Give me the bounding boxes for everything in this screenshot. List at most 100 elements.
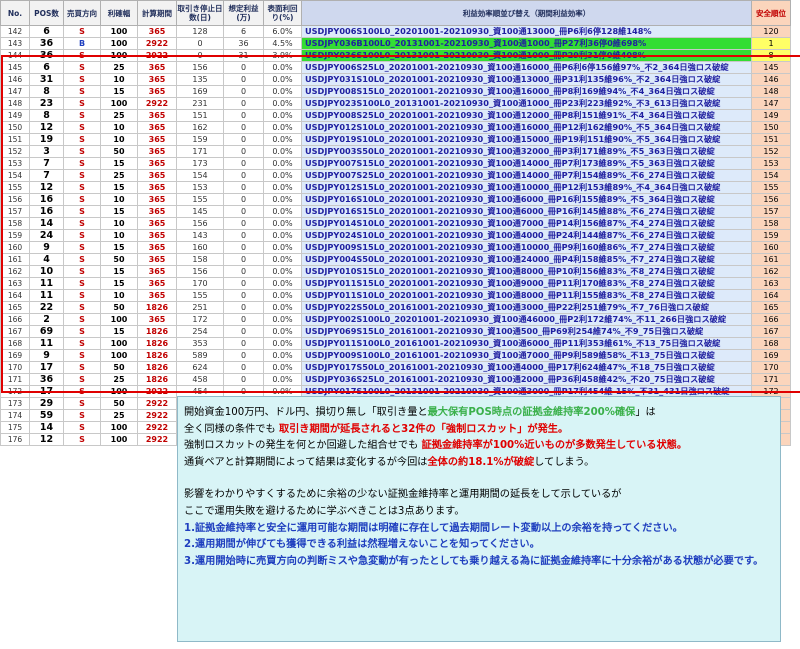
cell-stop-days[interactable]: 589 (176, 349, 224, 362)
cell-pos[interactable]: 16 (29, 205, 64, 218)
cell-info[interactable]: USDJPY007S25L0_20201001-20210930_資100通14… (301, 169, 752, 182)
cell-period[interactable]: 2922 (137, 433, 177, 446)
cell-pos[interactable]: 12 (29, 181, 64, 194)
cell-stop-days[interactable]: 128 (176, 25, 224, 38)
cell-margin[interactable]: 10 (100, 289, 138, 302)
cell-stop-days[interactable]: 170 (176, 277, 224, 290)
cell-margin[interactable]: 10 (100, 193, 138, 206)
cell-no[interactable]: 158 (0, 217, 30, 230)
cell-margin[interactable]: 15 (100, 85, 138, 98)
cell-period[interactable]: 365 (137, 289, 177, 302)
cell-info[interactable]: USDJPY011S10L0_20201001-20210930_資100通80… (301, 289, 752, 302)
cell-pos[interactable]: 11 (29, 277, 64, 290)
cell-direction[interactable]: S (63, 85, 101, 98)
cell-yield[interactable]: 0.0% (263, 85, 302, 98)
cell-no[interactable]: 176 (0, 433, 30, 446)
cell-safety-rank[interactable]: 167 (751, 325, 791, 338)
cell-safety-rank[interactable]: 155 (751, 181, 791, 194)
table-row[interactable]: 155 12 S 15 365 153 0 0.0% USDJPY012S15L0_202010… (0, 181, 791, 194)
cell-pos[interactable]: 16 (29, 193, 64, 206)
cell-yield[interactable]: 0.0% (263, 145, 302, 158)
cell-info[interactable]: USDJPY023S100L0_20131001-20210930_資100通1… (301, 97, 752, 110)
cell-no[interactable]: 156 (0, 193, 30, 206)
cell-pos[interactable]: 11 (29, 337, 64, 350)
cell-no[interactable]: 166 (0, 313, 30, 326)
header-expected-profit[interactable]: 想定利益(万) (223, 0, 264, 26)
cell-margin[interactable]: 25 (100, 409, 138, 422)
cell-stop-days[interactable]: 162 (176, 121, 224, 134)
cell-direction[interactable]: S (63, 157, 101, 170)
cell-stop-days[interactable]: 458 (176, 373, 224, 386)
cell-expected-profit[interactable]: 0 (223, 337, 264, 350)
cell-safety-rank[interactable]: 148 (751, 85, 791, 98)
cell-safety-rank[interactable]: 169 (751, 349, 791, 362)
header-period[interactable]: 計算期間 (137, 0, 177, 26)
cell-stop-days[interactable]: 143 (176, 229, 224, 242)
cell-margin[interactable]: 10 (100, 217, 138, 230)
cell-period[interactable]: 365 (137, 253, 177, 266)
cell-expected-profit[interactable]: 0 (223, 253, 264, 266)
cell-safety-rank[interactable]: 163 (751, 277, 791, 290)
cell-safety-rank[interactable]: 150 (751, 121, 791, 134)
cell-yield[interactable]: 0.0% (263, 205, 302, 218)
cell-safety-rank[interactable]: 151 (751, 133, 791, 146)
cell-info[interactable]: USDJPY017S50L0_20161001-20210930_資100通40… (301, 361, 752, 374)
cell-pos[interactable]: 10 (29, 265, 64, 278)
cell-no[interactable]: 145 (0, 61, 30, 74)
cell-period[interactable]: 2922 (137, 397, 177, 410)
cell-margin[interactable]: 15 (100, 277, 138, 290)
cell-pos[interactable]: 8 (29, 109, 64, 122)
cell-info[interactable]: USDJPY022S50L0_20161001-20210930_資100通30… (301, 301, 752, 314)
cell-safety-rank[interactable]: 145 (751, 61, 791, 74)
cell-yield[interactable]: 0.0% (263, 241, 302, 254)
cell-pos[interactable]: 3 (29, 145, 64, 158)
cell-pos[interactable]: 24 (29, 229, 64, 242)
cell-direction[interactable]: S (63, 241, 101, 254)
table-row[interactable]: 151 19 S 10 365 159 0 0.0% USDJPY019S10L0_202010… (0, 133, 791, 146)
cell-yield[interactable]: 0.0% (263, 109, 302, 122)
cell-safety-rank[interactable]: 165 (751, 301, 791, 314)
table-row[interactable]: 162 10 S 15 365 156 0 0.0% USDJPY010S15L0_202010… (0, 265, 791, 278)
header-pos[interactable]: POS数 (29, 0, 64, 26)
cell-direction[interactable]: S (63, 217, 101, 230)
cell-margin[interactable]: 100 (100, 433, 138, 446)
cell-info[interactable]: USDJPY014S10L0_20201001-20210930_資100通70… (301, 217, 752, 230)
cell-pos[interactable]: 6 (29, 61, 64, 74)
cell-no[interactable]: 165 (0, 301, 30, 314)
cell-expected-profit[interactable]: 0 (223, 277, 264, 290)
cell-direction[interactable]: S (63, 325, 101, 338)
cell-safety-rank[interactable]: 152 (751, 145, 791, 158)
cell-margin[interactable]: 100 (100, 37, 138, 50)
cell-info[interactable]: USDJPY009S15L0_20201001-20210930_資100通10… (301, 241, 752, 254)
cell-yield[interactable]: 3.9% (263, 49, 302, 62)
cell-period[interactable]: 365 (137, 313, 177, 326)
table-row[interactable]: 150 12 S 10 365 162 0 0.0% USDJPY012S10L0_202010… (0, 121, 791, 134)
table-row[interactable]: 169 9 S 100 1826 589 0 0.0% USDJPY009S100L0_2016… (0, 349, 791, 362)
cell-period[interactable]: 365 (137, 181, 177, 194)
cell-expected-profit[interactable]: 0 (223, 193, 264, 206)
cell-info[interactable]: USDJPY004S50L0_20201001-20210930_資100通24… (301, 253, 752, 266)
cell-expected-profit[interactable]: 0 (223, 61, 264, 74)
cell-yield[interactable]: 0.0% (263, 61, 302, 74)
cell-stop-days[interactable]: 353 (176, 337, 224, 350)
cell-yield[interactable]: 0.0% (263, 217, 302, 230)
cell-margin[interactable]: 100 (100, 25, 138, 38)
cell-expected-profit[interactable]: 0 (223, 145, 264, 158)
cell-stop-days[interactable]: 156 (176, 217, 224, 230)
cell-stop-days[interactable]: 145 (176, 205, 224, 218)
cell-no[interactable]: 159 (0, 229, 30, 242)
cell-safety-rank[interactable]: 168 (751, 337, 791, 350)
header-safety-rank[interactable]: 安全順位 (751, 0, 791, 26)
cell-yield[interactable]: 0.0% (263, 229, 302, 242)
cell-direction[interactable]: S (63, 349, 101, 362)
table-row[interactable]: 165 22 S 50 1826 251 0 0.0% USDJPY022S50L0_20161… (0, 301, 791, 314)
cell-period[interactable]: 365 (137, 205, 177, 218)
cell-yield[interactable]: 0.0% (263, 193, 302, 206)
cell-yield[interactable]: 0.0% (263, 121, 302, 134)
cell-info[interactable]: USDJPY008S15L0_20201001-20210930_資100通16… (301, 85, 752, 98)
cell-margin[interactable]: 50 (100, 301, 138, 314)
cell-no[interactable]: 151 (0, 133, 30, 146)
cell-pos[interactable]: 22 (29, 301, 64, 314)
cell-period[interactable]: 365 (137, 157, 177, 170)
cell-info[interactable]: USDJPY011S15L0_20201001-20210930_資100通90… (301, 277, 752, 290)
